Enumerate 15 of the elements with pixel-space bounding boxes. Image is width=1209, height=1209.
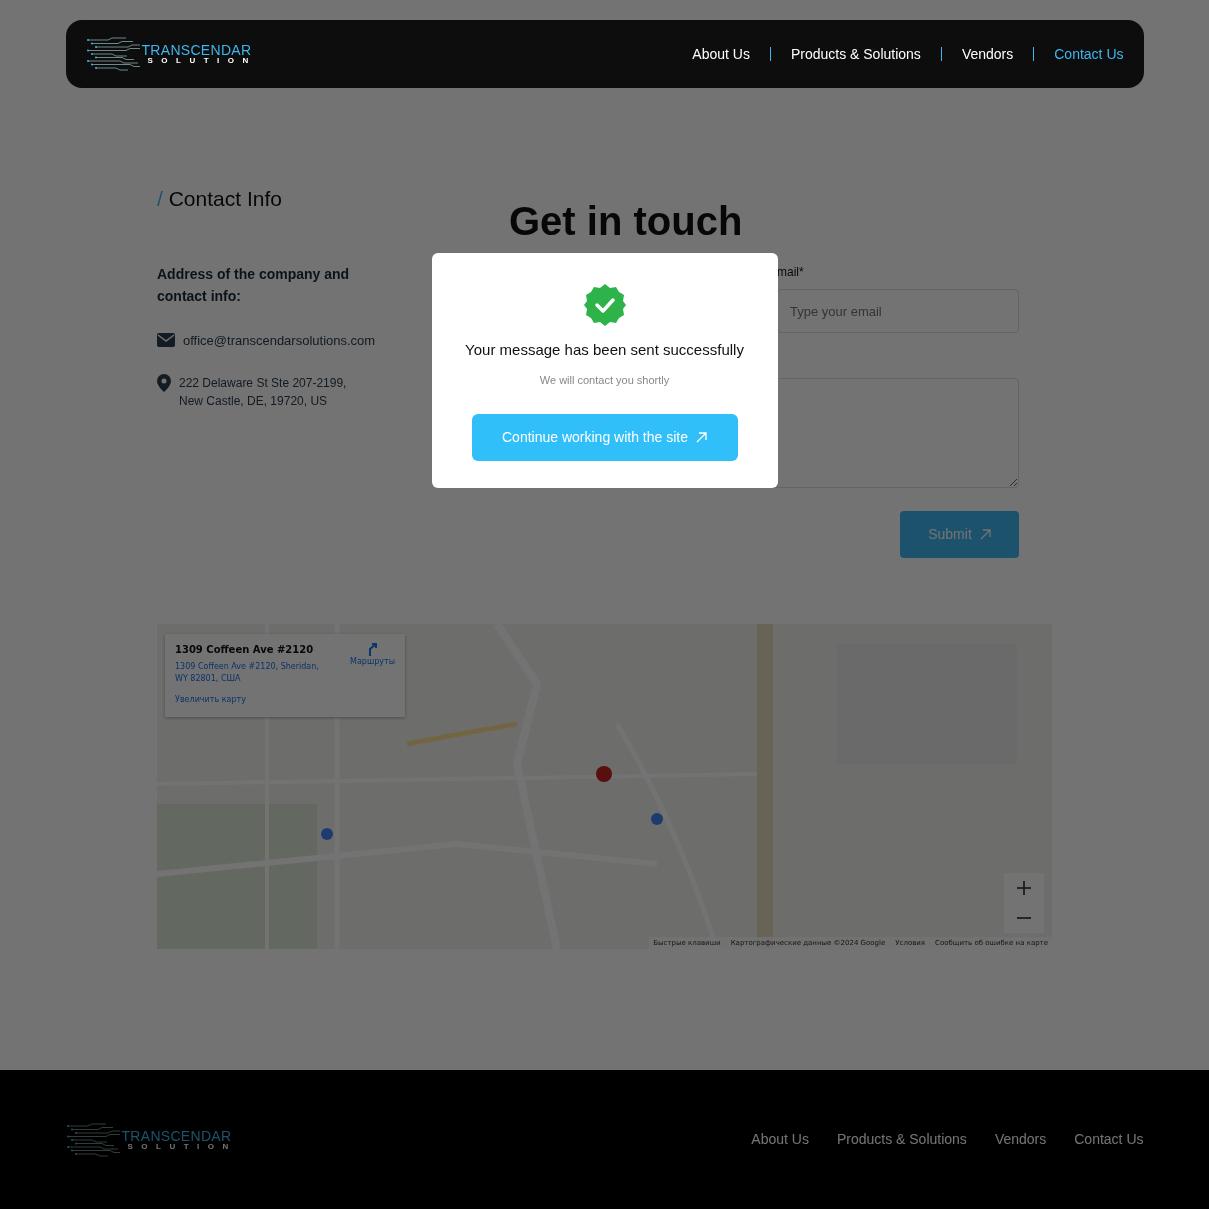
intro-text: Address of the company and contact info: (157, 264, 351, 306)
address-text: 222 Delaware St Ste 207-2199, New Castle, DE, 19720, US (179, 375, 347, 410)
form-title: Get in touch (509, 198, 744, 245)
field-label: mail* (777, 265, 804, 279)
place-title: 1309 Coffeen Ave #2120 (175, 643, 315, 657)
place-address: 1309 Coffeen Ave #2120, Sheridan, WY 82801, США (175, 661, 320, 685)
logo-text: TRANSCENDAR (141, 43, 253, 57)
logo-subtext: SOLUTION (146, 57, 257, 65)
dialog-subtitle: We will contact you shortly (538, 372, 671, 388)
section-heading: Contact Info (168, 187, 282, 210)
slash-mark: / (157, 187, 163, 210)
logo-text: TRANSCENDAR (121, 1128, 233, 1143)
dialog-title: Your message has been sent successfully (464, 340, 745, 360)
logo-subtext: SOLUTION (126, 1142, 237, 1151)
email-text: office@transcendarsolutions.com (183, 331, 376, 350)
